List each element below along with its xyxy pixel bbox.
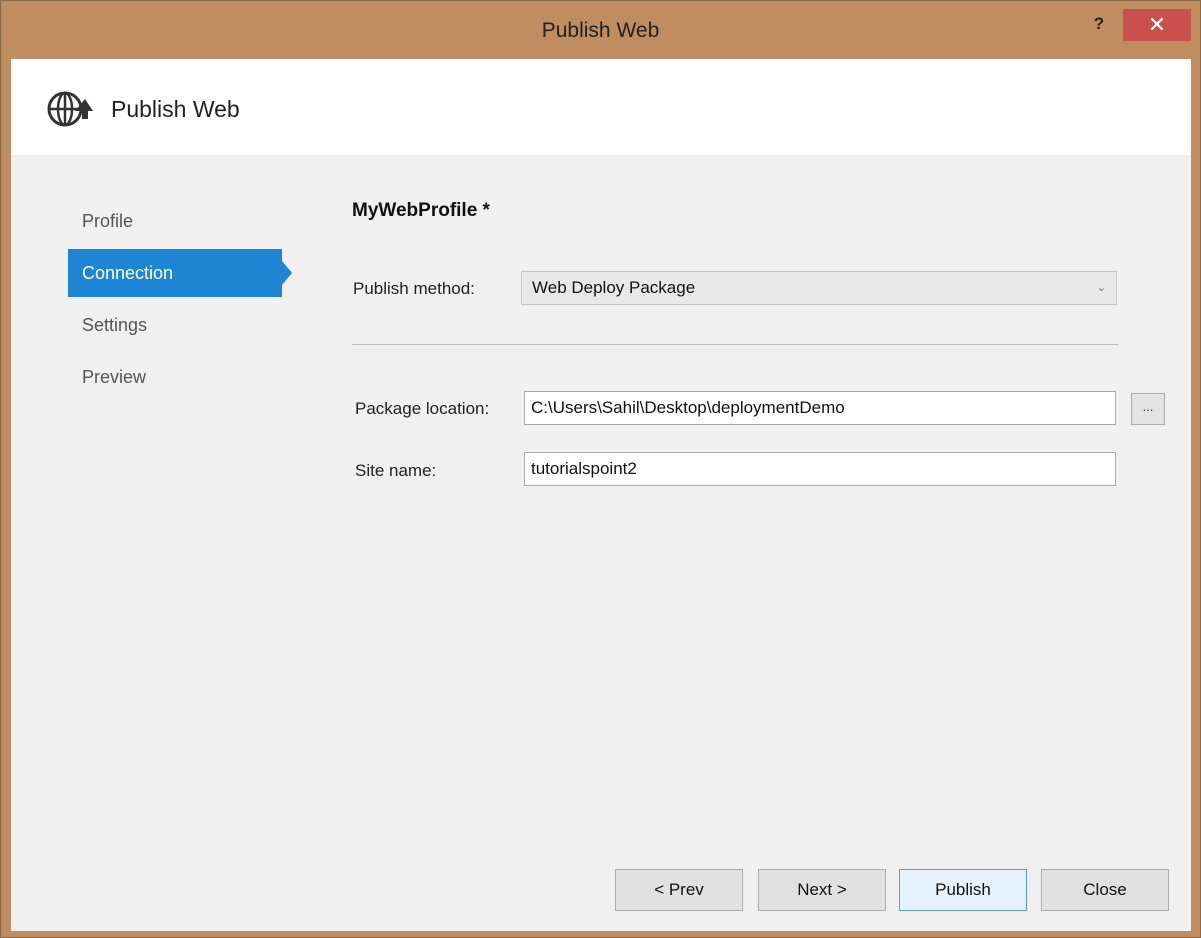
publish-method-label: Publish method: — [353, 279, 475, 298]
package-location-label: Package location: — [355, 399, 490, 418]
publish-button[interactable]: Publish — [899, 869, 1027, 911]
chevron-down-icon: ⌄ — [1096, 282, 1106, 294]
section-divider — [352, 344, 1118, 345]
close-button[interactable]: Close — [1041, 869, 1169, 911]
header-title: Publish Web — [111, 96, 240, 122]
publish-web-dialog: Publish Web ? ✕ Publish Web Profile Conn… — [0, 0, 1201, 938]
dialog-header: Publish Web — [11, 59, 1191, 155]
window-close-button[interactable]: ✕ — [1123, 9, 1191, 41]
title-bar[interactable]: Publish Web ? ✕ — [1, 1, 1200, 59]
publish-method-select[interactable]: Web Deploy Package ⌄ — [521, 271, 1117, 305]
publish-method-value: Web Deploy Package — [532, 278, 696, 297]
prev-button[interactable]: < Prev — [615, 869, 743, 911]
globe-publish-icon — [47, 91, 93, 127]
next-button[interactable]: Next > — [758, 869, 886, 911]
nav-item-preview[interactable]: Preview — [68, 353, 282, 401]
nav-item-profile[interactable]: Profile — [68, 197, 282, 245]
help-button[interactable]: ? — [1081, 11, 1117, 37]
window-title: Publish Web — [541, 19, 660, 42]
site-name-input[interactable]: tutorialspoint2 — [524, 452, 1116, 486]
nav-item-connection[interactable]: Connection — [68, 249, 292, 297]
nav-item-settings[interactable]: Settings — [68, 301, 282, 349]
package-location-input[interactable]: C:\Users\Sahil\Desktop\deploymentDemo — [524, 391, 1116, 425]
dialog-body: Profile Connection Settings Preview MyWe… — [11, 155, 1191, 931]
profile-name-heading: MyWebProfile * — [352, 200, 490, 221]
browse-button[interactable]: ... — [1131, 393, 1165, 425]
site-name-label: Site name: — [355, 461, 437, 480]
